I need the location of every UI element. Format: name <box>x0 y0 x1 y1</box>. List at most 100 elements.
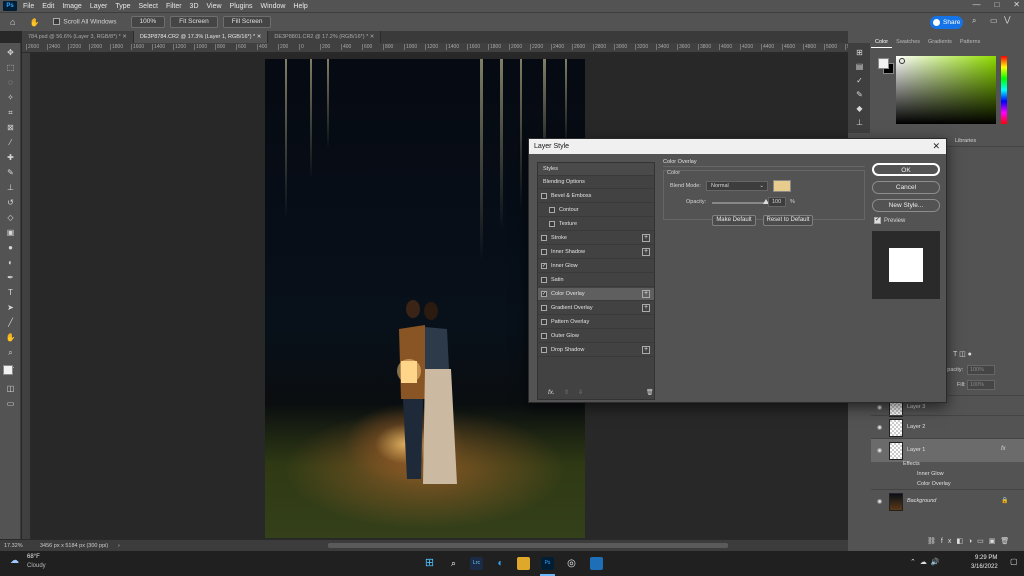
cancel-button[interactable]: Cancel <box>872 181 940 194</box>
reset-to-default-button[interactable]: Reset to Default <box>763 215 813 226</box>
healing-brush-tool-icon[interactable]: ✚ <box>4 152 17 163</box>
opacity-input[interactable]: 100 <box>768 197 786 207</box>
quick-mask-icon[interactable]: ◫ <box>4 383 17 394</box>
make-default-button[interactable]: Make Default <box>712 215 756 226</box>
style-item-checkbox[interactable]: ✓ <box>541 263 547 269</box>
style-item-checkbox[interactable] <box>541 347 547 353</box>
layer-row-layer-1[interactable]: ◉ Layer 1 fx <box>871 438 1024 462</box>
zoom-100-button[interactable]: 100% <box>130 16 166 28</box>
clone-source-icon[interactable]: ⊥ <box>853 117 866 128</box>
notifications-icon[interactable]: ▢ <box>1010 557 1018 566</box>
clock-date[interactable]: 3/16/2022 <box>971 564 998 570</box>
overlay-color-swatch[interactable] <box>773 180 791 192</box>
menu-select[interactable]: Select <box>135 3 162 10</box>
color-field[interactable] <box>896 56 996 124</box>
lasso-tool-icon[interactable]: ◌ <box>4 77 17 88</box>
style-item-checkbox[interactable] <box>541 333 547 339</box>
styles-header[interactable]: Styles <box>538 163 654 176</box>
style-item-bevel-emboss[interactable]: Bevel & Emboss <box>538 190 654 203</box>
menu-3d[interactable]: 3D <box>186 3 203 10</box>
menu-filter[interactable]: Filter <box>162 3 186 10</box>
menu-view[interactable]: View <box>203 3 226 10</box>
dodge-tool-icon[interactable]: ◐ <box>4 257 17 268</box>
new-style-button[interactable]: New Style... <box>872 199 940 212</box>
file-explorer-icon[interactable] <box>517 557 530 570</box>
clone-stamp-tool-icon[interactable]: ⊥ <box>4 182 17 193</box>
path-selection-tool-icon[interactable]: ➤ <box>4 302 17 313</box>
visibility-eye-icon[interactable]: ◉ <box>877 447 882 454</box>
style-item-satin[interactable]: Satin <box>538 274 654 287</box>
menu-file[interactable]: File <box>19 3 38 10</box>
menu-layer[interactable]: Layer <box>86 3 112 10</box>
start-windows-icon[interactable]: ⊞ <box>423 557 436 570</box>
document-tab[interactable]: 784.psd @ 56.6% (Layer 3, RGB/8*) * ✕ <box>22 31 134 43</box>
menu-window[interactable]: Window <box>257 3 290 10</box>
app-circle-icon[interactable]: ◎ <box>565 557 578 570</box>
paths-panel-icon[interactable]: ◆ <box>853 103 866 114</box>
dialog-close-icon[interactable]: ✕ <box>932 139 940 154</box>
style-item-checkbox[interactable] <box>541 249 547 255</box>
history-panel-icon[interactable]: ⊞ <box>853 47 866 58</box>
foreground-color-swatch[interactable] <box>3 365 13 375</box>
layer-opacity-input[interactable]: 100% <box>967 365 995 375</box>
style-item-gradient-overlay[interactable]: Gradient Overlay + <box>538 302 654 315</box>
workspace-icon[interactable]: ▭ <box>990 16 998 25</box>
delete-effect-icon[interactable]: 🗑 <box>646 389 654 396</box>
menu-plugins[interactable]: Plugins <box>226 3 257 10</box>
add-effect-instance-icon[interactable]: + <box>642 304 650 312</box>
style-item-color-overlay[interactable]: ✓ Color Overlay + <box>538 288 654 301</box>
document-tab[interactable]: DE3P8801.CR2 @ 17.2% (RGB/16*) * ✕ <box>268 31 382 43</box>
hue-slider[interactable] <box>1001 56 1007 124</box>
style-item-checkbox[interactable] <box>541 193 547 199</box>
layer-row-layer-2[interactable]: ◉ Layer 2 <box>871 415 1024 439</box>
fx-menu-icon[interactable]: fx. <box>548 389 555 396</box>
style-item-inner-glow[interactable]: ✓ Inner Glow <box>538 260 654 273</box>
hand-tool-icon[interactable]: ✋ <box>29 18 39 27</box>
add-effect-instance-icon[interactable]: + <box>642 346 650 354</box>
frame-tool-icon[interactable]: ⊠ <box>4 122 17 133</box>
scroll-all-windows-checkbox[interactable] <box>53 18 61 26</box>
panel-tab-swatches[interactable]: Swatches <box>892 37 924 47</box>
preview-option[interactable]: ✓ Preview <box>874 217 905 224</box>
style-item-checkbox[interactable] <box>541 305 547 311</box>
close-window-button[interactable]: ✕ <box>1013 0 1020 9</box>
menu-image[interactable]: Image <box>58 3 85 10</box>
panel-tab-gradients[interactable]: Gradients <box>924 37 956 47</box>
type-tool-icon[interactable]: T <box>4 287 17 298</box>
document-tab[interactable]: DE3P8784.CR2 @ 17.3% (Layer 1, RGB/16*) … <box>133 31 269 43</box>
magic-wand-tool-icon[interactable]: ✧ <box>4 92 17 103</box>
layer-row-background[interactable]: ◉ Background 🔒 <box>871 489 1024 513</box>
gradient-tool-icon[interactable]: ▣ <box>4 227 17 238</box>
blend-mode-select[interactable]: Normal ⌄ <box>706 181 768 191</box>
visibility-eye-icon[interactable]: ◉ <box>877 424 882 431</box>
adjustments-panel-icon[interactable]: ✓ <box>853 75 866 86</box>
style-item-checkbox[interactable] <box>541 277 547 283</box>
add-effect-instance-icon[interactable]: + <box>642 248 650 256</box>
panel-foreground-swatch[interactable] <box>878 58 889 69</box>
ok-button[interactable]: OK <box>872 163 940 176</box>
style-item-drop-shadow[interactable]: Drop Shadow + <box>538 344 654 357</box>
style-item-checkbox[interactable] <box>541 235 547 241</box>
panel-tab-color[interactable]: Color <box>871 37 893 48</box>
line-tool-icon[interactable]: ╱ <box>4 317 17 328</box>
style-item-checkbox[interactable]: ✓ <box>541 291 547 297</box>
style-item-stroke[interactable]: Stroke + <box>538 232 654 245</box>
color-picker-cursor[interactable] <box>899 58 905 64</box>
menu-help[interactable]: Help <box>289 3 311 10</box>
effects-label[interactable]: Effects <box>903 461 920 467</box>
lightroom-classic-icon[interactable]: Lrc <box>470 557 483 570</box>
layers-footer-icons[interactable]: ⛓fx◧◑▭▣🗑 <box>927 537 1014 545</box>
history-brush-tool-icon[interactable]: ↺ <box>4 197 17 208</box>
taskbar-search-icon[interactable]: ⌕ <box>447 557 460 570</box>
maximize-button[interactable]: □ <box>994 0 999 9</box>
move-down-icon[interactable]: ⇩ <box>578 389 583 396</box>
fill-screen-button[interactable]: Fill Screen <box>222 16 272 28</box>
close-tab-icon[interactable]: ✕ <box>121 34 127 40</box>
minimize-button[interactable]: — <box>972 0 980 9</box>
layer-fx-icon[interactable]: fx <box>1001 446 1006 452</box>
style-item-checkbox[interactable] <box>549 207 555 213</box>
lock-icon[interactable]: 🔒 <box>1001 497 1008 504</box>
properties-panel-icon[interactable]: ▤ <box>853 61 866 72</box>
preview-checkbox[interactable]: ✓ <box>874 217 881 224</box>
effect-color-overlay[interactable]: Color Overlay <box>917 481 951 487</box>
